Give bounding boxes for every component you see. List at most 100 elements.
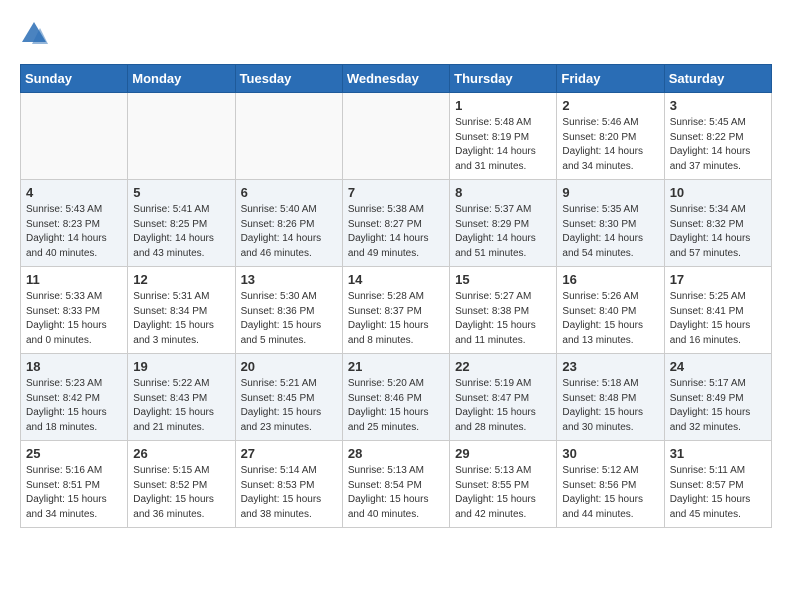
calendar-day-cell: 16Sunrise: 5:26 AM Sunset: 8:40 PM Dayli… bbox=[557, 267, 664, 354]
day-info: Sunrise: 5:12 AM Sunset: 8:56 PM Dayligh… bbox=[562, 464, 658, 522]
calendar-day-cell: 23 Sunrise: 5:18 AM Sunset: 8:48 PM Dayli… bbox=[557, 354, 664, 441]
calendar-day-cell: 27 Sunrise: 5:14 AM Sunset: 8:53 PM Dayli… bbox=[235, 441, 342, 528]
day-header-tuesday: Tuesday bbox=[235, 65, 342, 93]
day-info: Sunrise: 5:14 AM Sunset: 8:53 PM Dayligh… bbox=[241, 464, 337, 522]
calendar-day-cell: 3 Sunrise: 5:45 AM Sunset: 8:22 PM Daylig… bbox=[664, 93, 771, 180]
calendar-week-row: 18 Sunrise: 5:23 AM Sunset: 8:42 PM Dayli… bbox=[21, 354, 772, 441]
day-header-friday: Friday bbox=[557, 65, 664, 93]
day-info: Sunrise: 5:11 AM Sunset: 8:57 PM Dayligh… bbox=[670, 464, 766, 522]
day-number: 21 bbox=[348, 359, 444, 374]
day-info: Sunrise: 5:35 AM Sunset: 8:30 PM Dayligh… bbox=[562, 203, 658, 261]
day-number: 28 bbox=[348, 446, 444, 461]
day-header-sunday: Sunday bbox=[21, 65, 128, 93]
day-number: 4 bbox=[26, 185, 122, 200]
day-info: Sunrise: 5:45 AM Sunset: 8:22 PM Dayligh… bbox=[670, 116, 766, 174]
day-number: 23 bbox=[562, 359, 658, 374]
calendar-day-cell bbox=[128, 93, 235, 180]
day-info: Sunrise: 5:48 AM Sunset: 8:19 PM Dayligh… bbox=[455, 116, 551, 174]
calendar-day-cell: 2 Sunrise: 5:46 AM Sunset: 8:20 PM Daylig… bbox=[557, 93, 664, 180]
day-info: Sunrise: 5:20 AM Sunset: 8:46 PM Dayligh… bbox=[348, 377, 444, 435]
day-number: 11 bbox=[26, 272, 122, 287]
day-header-monday: Monday bbox=[128, 65, 235, 93]
page-header bbox=[20, 20, 772, 48]
calendar-day-cell: 9 Sunrise: 5:35 AM Sunset: 8:30 PM Daylig… bbox=[557, 180, 664, 267]
day-info: Sunrise: 5:27 AM Sunset: 8:38 PM Dayligh… bbox=[455, 290, 551, 348]
logo bbox=[20, 20, 50, 48]
calendar-day-cell: 7Sunrise: 5:38 AM Sunset: 8:27 PM Daylig… bbox=[342, 180, 449, 267]
day-info: Sunrise: 5:23 AM Sunset: 8:42 PM Dayligh… bbox=[26, 377, 122, 435]
day-info: Sunrise: 5:25 AM Sunset: 8:41 PM Dayligh… bbox=[670, 290, 766, 348]
day-info: Sunrise: 5:46 AM Sunset: 8:20 PM Dayligh… bbox=[562, 116, 658, 174]
day-info: Sunrise: 5:30 AM Sunset: 8:36 PM Dayligh… bbox=[241, 290, 337, 348]
day-info: Sunrise: 5:15 AM Sunset: 8:52 PM Dayligh… bbox=[133, 464, 229, 522]
day-number: 18 bbox=[26, 359, 122, 374]
day-info: Sunrise: 5:17 AM Sunset: 8:49 PM Dayligh… bbox=[670, 377, 766, 435]
calendar-week-row: 1 Sunrise: 5:48 AM Sunset: 8:19 PM Daylig… bbox=[21, 93, 772, 180]
calendar-day-cell: 29 Sunrise: 5:13 AM Sunset: 8:55 PM Dayli… bbox=[450, 441, 557, 528]
calendar-week-row: 25 Sunrise: 5:16 AM Sunset: 8:51 PM Dayli… bbox=[21, 441, 772, 528]
day-number: 3 bbox=[670, 98, 766, 113]
day-number: 8 bbox=[455, 185, 551, 200]
day-number: 29 bbox=[455, 446, 551, 461]
calendar-day-cell: 24 Sunrise: 5:17 AM Sunset: 8:49 PM Dayli… bbox=[664, 354, 771, 441]
day-info: Sunrise: 5:28 AM Sunset: 8:37 PM Dayligh… bbox=[348, 290, 444, 348]
day-info: Sunrise: 5:33 AM Sunset: 8:33 PM Dayligh… bbox=[26, 290, 122, 348]
calendar-day-cell: 31 Sunrise: 5:11 AM Sunset: 8:57 PM Dayli… bbox=[664, 441, 771, 528]
calendar-day-cell bbox=[235, 93, 342, 180]
day-number: 17 bbox=[670, 272, 766, 287]
calendar-day-cell: 11 Sunrise: 5:33 AM Sunset: 8:33 PM Dayli… bbox=[21, 267, 128, 354]
day-number: 22 bbox=[455, 359, 551, 374]
day-info: Sunrise: 5:18 AM Sunset: 8:48 PM Dayligh… bbox=[562, 377, 658, 435]
day-number: 31 bbox=[670, 446, 766, 461]
calendar-day-cell: 8 Sunrise: 5:37 AM Sunset: 8:29 PM Daylig… bbox=[450, 180, 557, 267]
day-number: 19 bbox=[133, 359, 229, 374]
day-number: 7 bbox=[348, 185, 444, 200]
day-info: Sunrise: 5:22 AM Sunset: 8:43 PM Dayligh… bbox=[133, 377, 229, 435]
day-number: 25 bbox=[26, 446, 122, 461]
day-info: Sunrise: 5:21 AM Sunset: 8:45 PM Dayligh… bbox=[241, 377, 337, 435]
day-number: 6 bbox=[241, 185, 337, 200]
calendar-week-row: 11 Sunrise: 5:33 AM Sunset: 8:33 PM Dayli… bbox=[21, 267, 772, 354]
day-number: 20 bbox=[241, 359, 337, 374]
day-header-wednesday: Wednesday bbox=[342, 65, 449, 93]
day-number: 1 bbox=[455, 98, 551, 113]
calendar-day-cell: 13Sunrise: 5:30 AM Sunset: 8:36 PM Dayli… bbox=[235, 267, 342, 354]
calendar-day-cell: 19 Sunrise: 5:22 AM Sunset: 8:43 PM Dayli… bbox=[128, 354, 235, 441]
day-number: 16 bbox=[562, 272, 658, 287]
day-info: Sunrise: 5:43 AM Sunset: 8:23 PM Dayligh… bbox=[26, 203, 122, 261]
calendar-week-row: 4 Sunrise: 5:43 AM Sunset: 8:23 PM Daylig… bbox=[21, 180, 772, 267]
calendar-day-cell: 15Sunrise: 5:27 AM Sunset: 8:38 PM Dayli… bbox=[450, 267, 557, 354]
calendar-day-cell: 10Sunrise: 5:34 AM Sunset: 8:32 PM Dayli… bbox=[664, 180, 771, 267]
day-number: 2 bbox=[562, 98, 658, 113]
calendar-header-row: SundayMondayTuesdayWednesdayThursdayFrid… bbox=[21, 65, 772, 93]
day-number: 12 bbox=[133, 272, 229, 287]
day-header-thursday: Thursday bbox=[450, 65, 557, 93]
calendar-day-cell bbox=[21, 93, 128, 180]
day-info: Sunrise: 5:31 AM Sunset: 8:34 PM Dayligh… bbox=[133, 290, 229, 348]
calendar-day-cell: 26 Sunrise: 5:15 AM Sunset: 8:52 PM Dayli… bbox=[128, 441, 235, 528]
day-info: Sunrise: 5:37 AM Sunset: 8:29 PM Dayligh… bbox=[455, 203, 551, 261]
day-number: 27 bbox=[241, 446, 337, 461]
calendar-day-cell: 14Sunrise: 5:28 AM Sunset: 8:37 PM Dayli… bbox=[342, 267, 449, 354]
calendar-day-cell: 20 Sunrise: 5:21 AM Sunset: 8:45 PM Dayli… bbox=[235, 354, 342, 441]
day-info: Sunrise: 5:13 AM Sunset: 8:54 PM Dayligh… bbox=[348, 464, 444, 522]
calendar-day-cell bbox=[342, 93, 449, 180]
day-number: 5 bbox=[133, 185, 229, 200]
calendar-day-cell: 18 Sunrise: 5:23 AM Sunset: 8:42 PM Dayli… bbox=[21, 354, 128, 441]
day-number: 10 bbox=[670, 185, 766, 200]
logo-icon bbox=[20, 20, 48, 48]
calendar-table: SundayMondayTuesdayWednesdayThursdayFrid… bbox=[20, 64, 772, 528]
calendar-day-cell: 4 Sunrise: 5:43 AM Sunset: 8:23 PM Daylig… bbox=[21, 180, 128, 267]
day-number: 9 bbox=[562, 185, 658, 200]
calendar-day-cell: 5Sunrise: 5:41 AM Sunset: 8:25 PM Daylig… bbox=[128, 180, 235, 267]
day-number: 24 bbox=[670, 359, 766, 374]
day-number: 30 bbox=[562, 446, 658, 461]
day-number: 26 bbox=[133, 446, 229, 461]
day-info: Sunrise: 5:16 AM Sunset: 8:51 PM Dayligh… bbox=[26, 464, 122, 522]
day-info: Sunrise: 5:40 AM Sunset: 8:26 PM Dayligh… bbox=[241, 203, 337, 261]
calendar-day-cell: 17 Sunrise: 5:25 AM Sunset: 8:41 PM Dayli… bbox=[664, 267, 771, 354]
calendar-day-cell: 1 Sunrise: 5:48 AM Sunset: 8:19 PM Daylig… bbox=[450, 93, 557, 180]
day-header-saturday: Saturday bbox=[664, 65, 771, 93]
calendar-day-cell: 12 Sunrise: 5:31 AM Sunset: 8:34 PM Dayli… bbox=[128, 267, 235, 354]
day-info: Sunrise: 5:13 AM Sunset: 8:55 PM Dayligh… bbox=[455, 464, 551, 522]
